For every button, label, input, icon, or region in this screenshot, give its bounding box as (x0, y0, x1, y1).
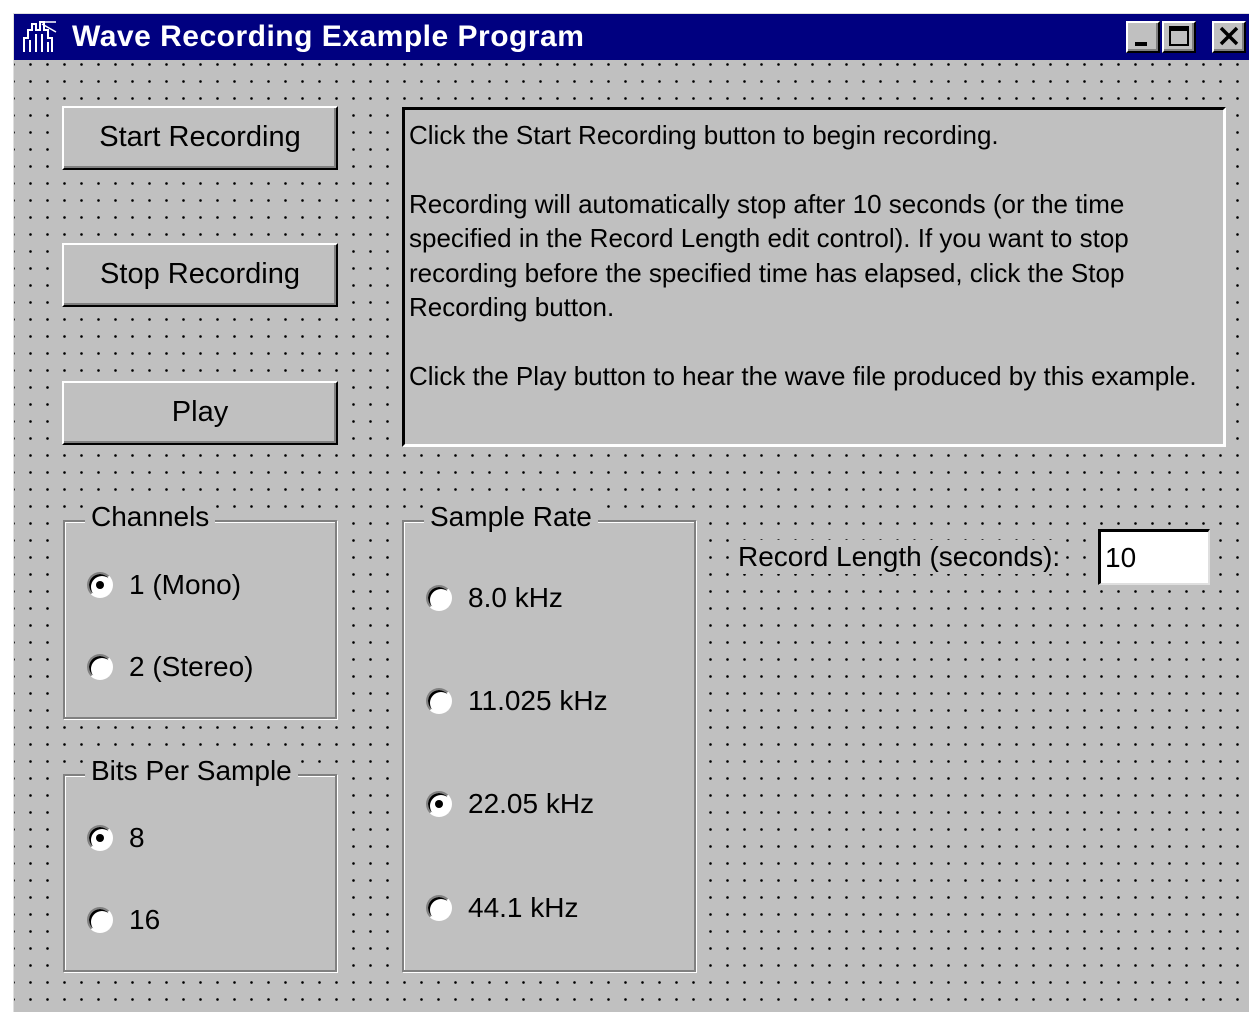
close-icon (1219, 26, 1239, 46)
radio-button-icon (87, 572, 113, 598)
radio-label: 44.1 kHz (468, 892, 579, 923)
radio-selected-dot (96, 581, 104, 589)
radio-button-icon (87, 907, 113, 933)
maximize-icon (1169, 26, 1189, 46)
dialog-window: Wave Recording Example Program Start Rec… (13, 13, 1249, 1012)
radio-selected-dot (96, 834, 104, 842)
minimize-button[interactable] (1126, 21, 1160, 53)
radio-button-icon (426, 688, 452, 714)
radio-label: 16 (129, 904, 161, 935)
radio-button-icon (87, 654, 113, 680)
start-recording-button[interactable]: Start Recording (62, 106, 338, 170)
radio-button-icon (426, 791, 452, 817)
instructions-paragraph-2: Recording will automatically stop after … (409, 188, 1129, 323)
channels-group-title: Channels (85, 500, 216, 534)
radio-button-icon (426, 585, 452, 611)
bits-per-sample-group-title: Bits Per Sample (85, 754, 298, 788)
sample-rate-group: Sample Rate 8.0 kHz 11.025 kHz 22.05 kHz… (402, 500, 696, 972)
title-bar[interactable]: Wave Recording Example Program (14, 14, 1249, 60)
instructions-text: Click the Start Recording button to begi… (402, 107, 1226, 447)
instructions-paragraph-3: Click the Play button to hear the wave f… (409, 360, 1197, 391)
radio-label: 22.05 kHz (468, 788, 595, 819)
radio-label: 11.025 kHz (468, 685, 608, 716)
app-icon (23, 21, 57, 52)
play-button[interactable]: Play (62, 381, 338, 445)
instructions-paragraph-1: Click the Start Recording button to begi… (409, 120, 999, 150)
radio-button-icon (426, 895, 452, 921)
maximize-button[interactable] (1162, 21, 1196, 53)
sample-rate-group-title: Sample Rate (424, 500, 598, 534)
record-length-label: Record Length (seconds): (732, 540, 1067, 574)
radio-button-icon (87, 825, 113, 851)
channels-group: Channels 1 (Mono) 2 (Stereo) (63, 500, 337, 719)
record-length-input[interactable] (1098, 529, 1210, 585)
radio-label: 8 (129, 822, 145, 853)
radio-label: 8.0 kHz (468, 582, 563, 613)
window-title: Wave Recording Example Program (72, 20, 585, 53)
radio-selected-dot (435, 800, 443, 808)
minimize-icon (1135, 42, 1147, 46)
close-button[interactable] (1212, 21, 1246, 53)
bits-per-sample-group: Bits Per Sample 8 16 (63, 754, 337, 972)
radio-label: 1 (Mono) (129, 569, 242, 600)
radio-label: 2 (Stereo) (129, 651, 254, 682)
stop-recording-button[interactable]: Stop Recording (62, 243, 338, 307)
